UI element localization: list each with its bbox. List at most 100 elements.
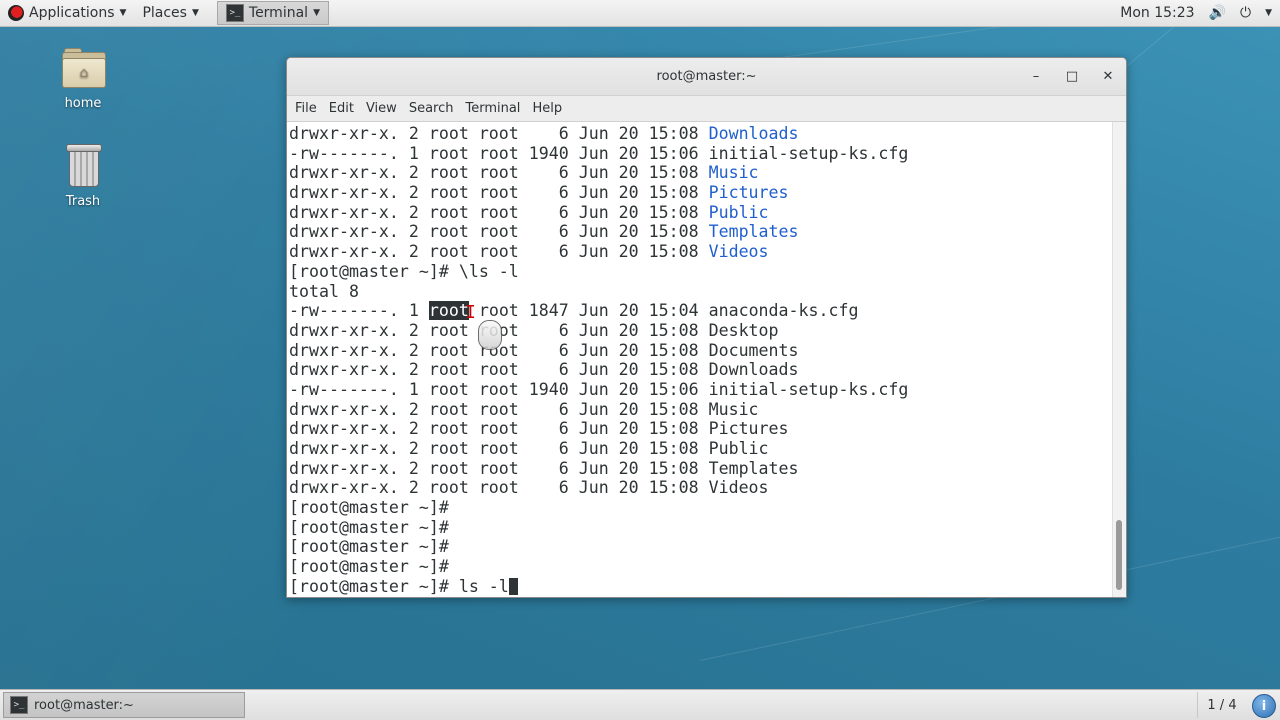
places-label: Places	[142, 5, 187, 21]
directory-name: Music	[708, 163, 759, 183]
terminal-line: drwxr-xr-x. 2 root root 6 Jun 20 15:08 P…	[289, 183, 908, 203]
terminal-text-segment: -rw-------. 1 root root 1940 Jun 20 15:0…	[289, 143, 909, 163]
terminal-line: [root@master ~]# ls -l	[289, 577, 908, 597]
system-tray: Mon 15:23 🔊 ⏻ ▼	[1120, 0, 1272, 26]
chevron-down-icon: ▼	[191, 8, 199, 18]
text-cursor-icon: I	[465, 302, 476, 323]
terminal-text-segment: drwxr-xr-x. 2 root root 6 Jun 20 15:08 P…	[289, 419, 789, 439]
places-menu[interactable]: Places ▼	[134, 0, 206, 26]
terminal-text-segment: [root@master ~]# ls -l	[289, 576, 509, 596]
close-button[interactable]: ✕	[1090, 58, 1126, 95]
menu-file[interactable]: File	[289, 101, 323, 116]
info-icon[interactable]: i	[1252, 694, 1276, 718]
terminal-text-segment: total 8	[289, 281, 359, 301]
terminal-line: [root@master ~]# \ls -l	[289, 262, 908, 282]
terminal-text: drwxr-xr-x. 2 root root 6 Jun 20 15:08 D…	[289, 124, 908, 597]
terminal-text-segment: drwxr-xr-x. 2 root root 6 Jun 20 15:08	[289, 202, 709, 222]
terminal-app-label: Terminal	[248, 5, 309, 21]
directory-name: Templates	[708, 222, 799, 242]
directory-name: Videos	[708, 242, 769, 262]
terminal-line: -rw-------. 1 root root 1940 Jun 20 15:0…	[289, 380, 908, 400]
menu-search[interactable]: Search	[403, 101, 460, 116]
volume-icon[interactable]: 🔊	[1209, 5, 1226, 21]
terminal-text-segment: root 1847 Jun 20 15:04 anaconda-ks.cfg	[468, 301, 859, 321]
terminal-line: [root@master ~]#	[289, 498, 908, 518]
window-titlebar[interactable]: root@master:~ – □ ✕	[287, 58, 1126, 96]
desktop-icon-label: home	[64, 96, 102, 111]
menu-help[interactable]: Help	[526, 101, 568, 116]
terminal-line: drwxr-xr-x. 2 root root 6 Jun 20 15:08 D…	[289, 341, 908, 361]
terminal-line: drwxr-xr-x. 2 root root 6 Jun 20 15:08 T…	[289, 459, 908, 479]
trash-icon	[66, 144, 102, 187]
terminal-line: drwxr-xr-x. 2 root root 6 Jun 20 15:08 D…	[289, 124, 908, 144]
terminal-text-segment: drwxr-xr-x. 2 root root 6 Jun 20 15:08	[289, 183, 709, 203]
terminal-icon: >_	[225, 4, 244, 22]
terminal-line: [root@master ~]#	[289, 557, 908, 577]
bottom-panel: >_ root@master:~ 1 / 4 i	[0, 689, 1280, 720]
terminal-window: root@master:~ – □ ✕ File Edit View Searc…	[286, 57, 1127, 598]
chevron-down-icon: ▼	[313, 8, 320, 18]
text-cursor	[508, 577, 518, 595]
terminal-text-segment: drwxr-xr-x. 2 root root 6 Jun 20 15:08 D…	[289, 320, 779, 340]
menu-edit[interactable]: Edit	[323, 101, 360, 116]
applications-menu[interactable]: Applications ▼	[0, 0, 134, 26]
chevron-down-icon: ▼	[119, 8, 127, 18]
terminal-icon: >_	[10, 696, 28, 714]
terminal-text-segment: [root@master ~]# \ls -l	[289, 261, 519, 281]
terminal-line: total 8	[289, 282, 908, 302]
window-controls: – □ ✕	[1018, 58, 1126, 95]
directory-name: Downloads	[708, 124, 799, 143]
taskbar-label: root@master:~	[34, 697, 134, 713]
terminal-text-segment: [root@master ~]#	[289, 557, 449, 577]
terminal-line: drwxr-xr-x. 2 root root 6 Jun 20 15:08 D…	[289, 360, 908, 380]
chevron-down-icon[interactable]: ▼	[1265, 8, 1272, 18]
terminal-text-segment: drwxr-xr-x. 2 root root 6 Jun 20 15:08	[289, 124, 709, 143]
terminal-output[interactable]: drwxr-xr-x. 2 root root 6 Jun 20 15:08 D…	[287, 122, 1113, 597]
terminal-text-segment: drwxr-xr-x. 2 root root 6 Jun 20 15:08	[289, 242, 709, 262]
scrollbar-thumb[interactable]	[1116, 520, 1122, 590]
terminal-text-segment: drwxr-xr-x. 2 root root 6 Jun 20 15:08 V…	[289, 478, 769, 498]
terminal-line: drwxr-xr-x. 2 root root 6 Jun 20 15:08 V…	[289, 242, 908, 262]
scrollbar[interactable]	[1112, 122, 1126, 597]
power-icon[interactable]: ⏻	[1240, 5, 1251, 21]
directory-name: Pictures	[708, 183, 789, 203]
terminal-text-segment: drwxr-xr-x. 2 root root 6 Jun 20 15:08 D…	[289, 340, 799, 360]
desktop-icon-trash[interactable]: Trash	[43, 144, 123, 209]
terminal-text-segment: drwxr-xr-x. 2 root root 6 Jun 20 15:08	[289, 222, 709, 242]
maximize-button[interactable]: □	[1054, 58, 1090, 95]
terminal-text-segment: drwxr-xr-x. 2 root root 6 Jun 20 15:08 M…	[289, 399, 759, 419]
menubar: File Edit View Search Terminal Help	[287, 96, 1126, 122]
top-panel: Applications ▼ Places ▼ >_ Terminal ▼ Mo…	[0, 0, 1280, 27]
minimize-button[interactable]: –	[1018, 58, 1054, 95]
terminal-text-segment: drwxr-xr-x. 2 root root 6 Jun 20 15:08 D…	[289, 360, 799, 380]
terminal-text-segment: drwxr-xr-x. 2 root root 6 Jun 20 15:08 T…	[289, 458, 799, 478]
home-folder-icon: ⌂	[62, 48, 106, 88]
terminal-text-segment: -rw-------. 1	[289, 301, 429, 321]
desktop-icon-home[interactable]: ⌂ home	[43, 48, 123, 111]
terminal-line: drwxr-xr-x. 2 root root 6 Jun 20 15:08 D…	[289, 321, 908, 341]
terminal-line: drwxr-xr-x. 2 root root 6 Jun 20 15:08 T…	[289, 222, 908, 242]
menu-terminal[interactable]: Terminal	[459, 101, 526, 116]
taskbar-terminal-button[interactable]: >_ root@master:~	[3, 692, 245, 718]
terminal-line: [root@master ~]#	[289, 518, 908, 538]
terminal-line: drwxr-xr-x. 2 root root 6 Jun 20 15:08 P…	[289, 203, 908, 223]
workspace-switcher[interactable]: 1 / 4	[1197, 692, 1246, 718]
terminal-app-menu[interactable]: >_ Terminal ▼	[216, 1, 329, 25]
clock[interactable]: Mon 15:23	[1120, 5, 1194, 21]
directory-name: Public	[708, 202, 769, 222]
terminal-line: [root@master ~]#	[289, 537, 908, 557]
menu-view[interactable]: View	[360, 101, 403, 116]
selected-text: root	[428, 301, 469, 321]
terminal-line: drwxr-xr-x. 2 root root 6 Jun 20 15:08 M…	[289, 400, 908, 420]
desktop-icon-label: Trash	[65, 194, 101, 209]
applications-label: Applications	[29, 5, 115, 21]
mouse-cursor-icon	[478, 320, 502, 350]
terminal-text-segment: [root@master ~]#	[289, 537, 449, 557]
terminal-line: -rw-------. 1 root root 1940 Jun 20 15:0…	[289, 144, 908, 164]
terminal-text-segment: -rw-------. 1 root root 1940 Jun 20 15:0…	[289, 379, 909, 399]
terminal-text-segment: drwxr-xr-x. 2 root root 6 Jun 20 15:08 P…	[289, 439, 769, 458]
terminal-line: drwxr-xr-x. 2 root root 6 Jun 20 15:08 P…	[289, 439, 908, 459]
terminal-line: drwxr-xr-x. 2 root root 6 Jun 20 15:08 V…	[289, 478, 908, 498]
terminal-text-segment: drwxr-xr-x. 2 root root 6 Jun 20 15:08	[289, 163, 709, 183]
window-title: root@master:~	[656, 69, 757, 84]
